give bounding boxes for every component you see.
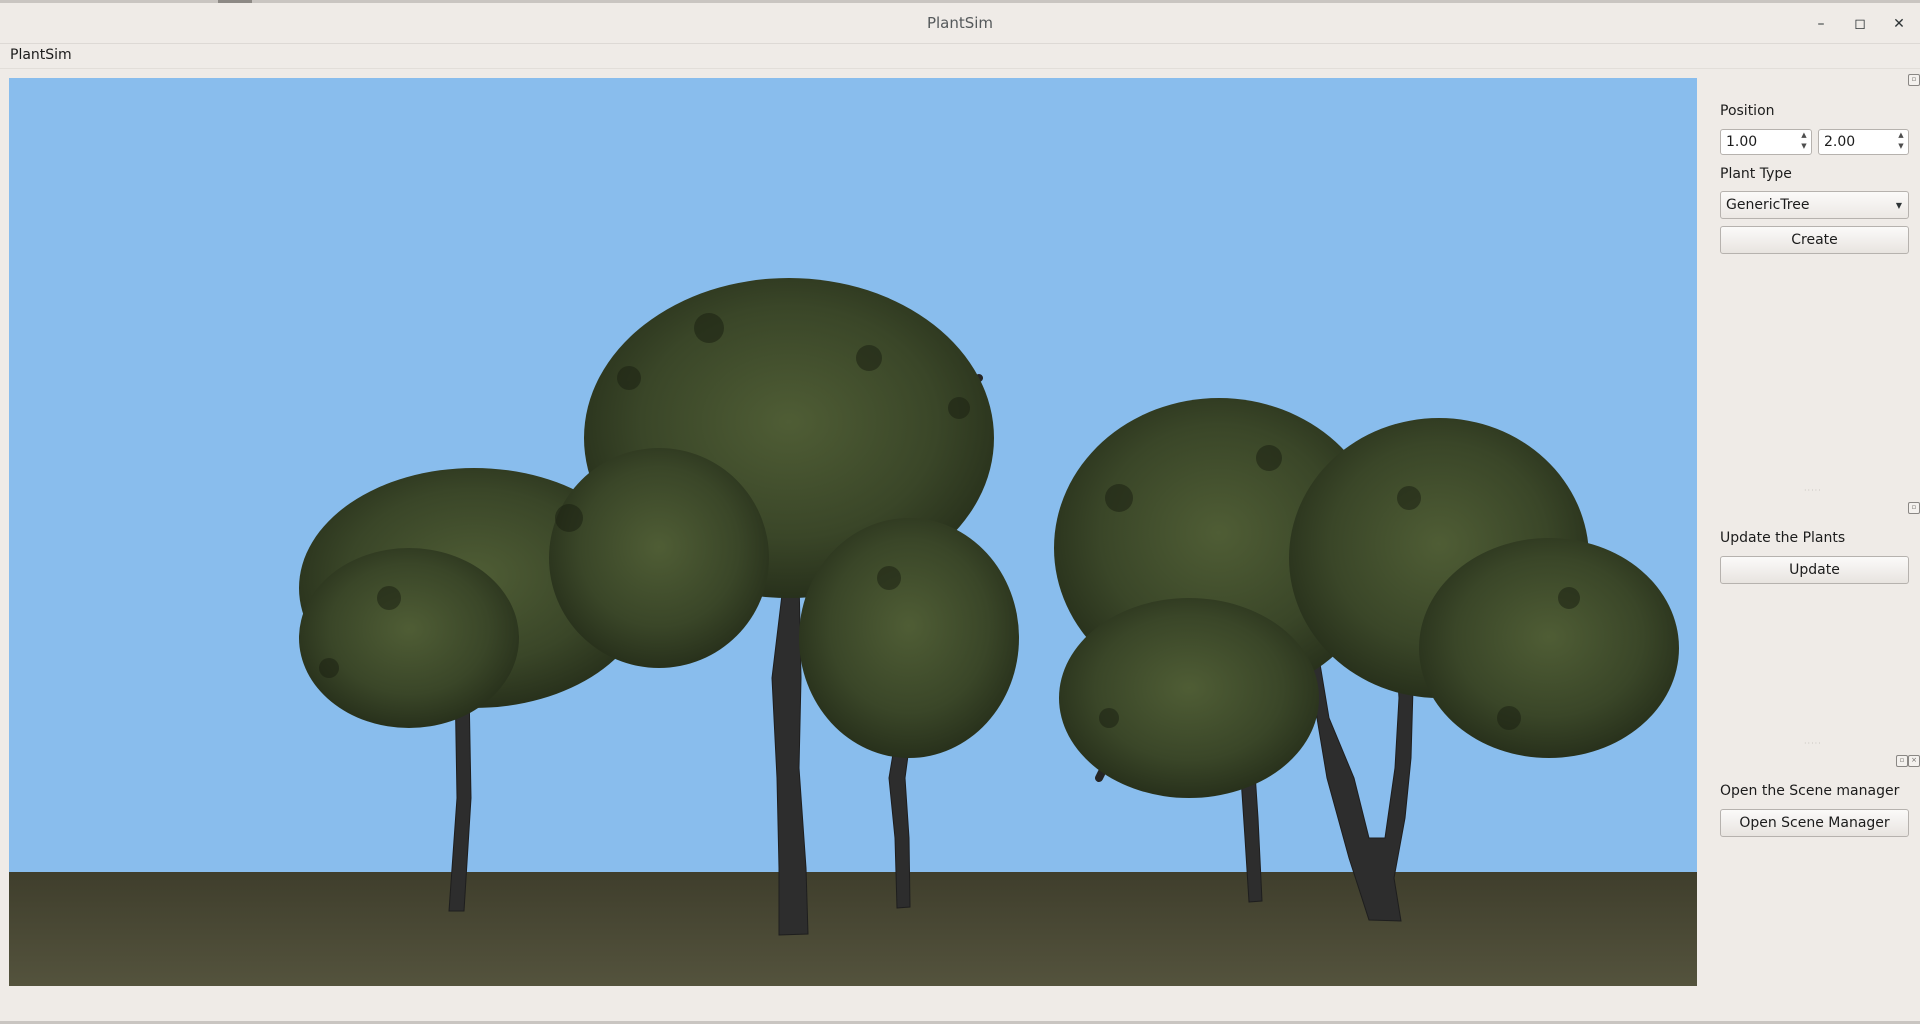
dock-float-icon[interactable]: ▫ bbox=[1908, 74, 1920, 86]
dock-float-icon[interactable]: ▫ bbox=[1896, 755, 1908, 767]
update-label: Update the Plants bbox=[1720, 530, 1846, 546]
control-panel: ▫ Position 1.00 ▲ ▼ 2.00 ▲ ▼ Plant Type Ge… bbox=[1700, 70, 1920, 1024]
dock-close-icon[interactable]: × bbox=[1908, 755, 1920, 767]
position-y-spinbox[interactable]: 2.00 ▲ ▼ bbox=[1818, 129, 1909, 155]
leaf-cluster bbox=[377, 586, 401, 610]
menu-plantsim[interactable]: PlantSim bbox=[10, 47, 72, 63]
close-button[interactable]: ✕ bbox=[1888, 13, 1910, 35]
leaf-cluster bbox=[1558, 587, 1580, 609]
leaf-cluster bbox=[856, 345, 882, 371]
scene-render bbox=[9, 78, 1697, 986]
update-button[interactable]: Update bbox=[1720, 556, 1909, 584]
position-label: Position bbox=[1720, 103, 1775, 119]
position-x-spinbox[interactable]: 1.00 ▲ ▼ bbox=[1720, 129, 1812, 155]
maximize-button[interactable]: ◻ bbox=[1849, 13, 1871, 35]
dock-float-icon[interactable]: ▫ bbox=[1908, 502, 1920, 514]
position-y-value: 2.00 bbox=[1824, 134, 1856, 150]
spin-arrows-icon[interactable]: ▲ ▼ bbox=[1894, 130, 1908, 154]
plant-type-label: Plant Type bbox=[1720, 166, 1792, 182]
canopy-tree-5b bbox=[1419, 538, 1679, 758]
canopy-tree-3 bbox=[799, 518, 1019, 758]
canopy-tree-2b bbox=[549, 448, 769, 668]
ground bbox=[9, 872, 1697, 986]
leaf-cluster bbox=[1397, 486, 1421, 510]
open-scene-manager-button[interactable]: Open Scene Manager bbox=[1720, 809, 1909, 837]
leaf-cluster bbox=[617, 366, 641, 390]
leaf-cluster bbox=[1105, 484, 1133, 512]
leaf-cluster bbox=[1256, 445, 1282, 471]
leaf-cluster bbox=[948, 397, 970, 419]
plant-type-selected: GenericTree bbox=[1726, 197, 1810, 213]
menu-bar: PlantSim bbox=[0, 44, 1920, 68]
minimize-button[interactable]: – bbox=[1810, 13, 1832, 35]
title-bar: PlantSim – ◻ ✕ bbox=[0, 3, 1920, 44]
dock-resize-handle[interactable]: ····· bbox=[1804, 486, 1822, 495]
scene-viewport[interactable] bbox=[9, 78, 1697, 986]
leaf-cluster bbox=[877, 566, 901, 590]
leaf-cluster bbox=[555, 504, 583, 532]
window-title: PlantSim bbox=[926, 14, 994, 32]
canopy-tree-4b bbox=[1059, 598, 1319, 798]
plant-type-dropdown[interactable]: GenericTree ▼ bbox=[1720, 191, 1909, 219]
spin-arrows-icon[interactable]: ▲ ▼ bbox=[1797, 130, 1811, 154]
leaf-cluster bbox=[694, 313, 724, 343]
dock-resize-handle[interactable]: ····· bbox=[1804, 739, 1822, 748]
leaf-cluster bbox=[319, 658, 339, 678]
scene-manager-label: Open the Scene manager bbox=[1720, 783, 1900, 799]
create-button[interactable]: Create bbox=[1720, 226, 1909, 254]
menu-separator bbox=[0, 68, 1920, 69]
canopy-tree-1b bbox=[299, 548, 519, 728]
chevron-down-icon: ▼ bbox=[1895, 201, 1902, 210]
leaf-cluster bbox=[1497, 706, 1521, 730]
leaf-cluster bbox=[1099, 708, 1119, 728]
position-x-value: 1.00 bbox=[1726, 134, 1758, 150]
